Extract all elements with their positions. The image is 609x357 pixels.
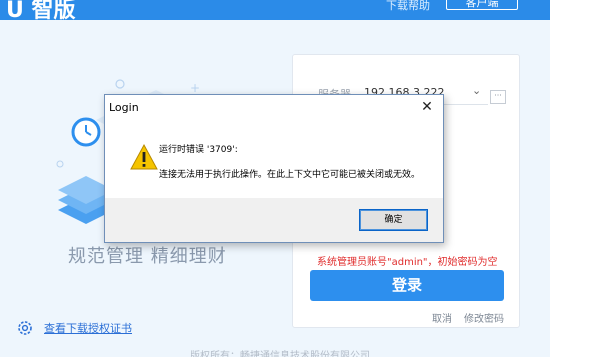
ok-button[interactable]: 确定 [359,209,428,231]
svg-text:+: + [190,81,200,95]
copyright-text: 版权所有：畅捷通信息技术股份有限公司 [190,351,370,357]
client-button[interactable]: 客户端 [446,0,518,10]
app-logo: U 智版 [6,0,76,23]
error-dialog: Login ✕ 运行时错误 '3709': 连接无法用于执行此操作。在此上下文中… [104,94,444,243]
change-password-link[interactable]: 修改密码 [464,310,504,325]
warning-icon [130,143,158,170]
error-message-title: 运行时错误 '3709': [159,145,238,155]
dialog-title: Login [109,101,139,114]
clock-icon [71,117,101,147]
more-icon[interactable]: ··· [490,90,506,104]
download-help-link[interactable]: 下载帮助 [386,0,430,13]
dialog-titlebar: Login ✕ [105,95,443,120]
error-message-detail: 连接无法用于执行此操作。在此上下文中它可能已被关闭或无效。 [159,170,421,180]
cancel-link[interactable]: 取消 [432,310,452,325]
close-icon[interactable]: ✕ [415,97,439,117]
license-certificate-link[interactable]: 查看下载授权证书 [44,320,132,336]
top-bar: U 智版 下载帮助 客户端 [0,0,550,23]
slogan: 规范管理 精细理财 [68,246,227,267]
gear-icon[interactable] [16,319,34,337]
chevron-down-icon[interactable]: ⌄ [472,84,481,97]
login-button[interactable]: 登录 [310,270,504,301]
admin-hint: 系统管理员账号"admin"，初始密码为空 [317,257,498,268]
